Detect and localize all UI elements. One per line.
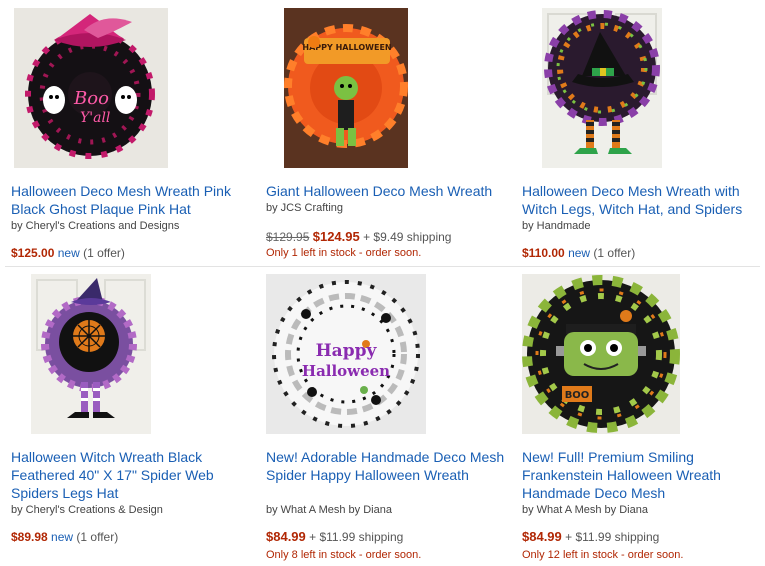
product-image-giant-halloween-wreath[interactable]: HAPPY HALLOWEEN: [284, 8, 408, 168]
stock-warning: Only 12 left in stock - order soon.: [522, 549, 684, 561]
product-image-spider-happy-halloween-wreath[interactable]: Happy Halloween: [266, 274, 426, 434]
product-price: $110.00: [522, 246, 565, 260]
svg-text:Boo: Boo: [73, 88, 109, 109]
product-image-witch-legs-wreath[interactable]: [542, 8, 662, 168]
product-title-link[interactable]: New! Adorable Handmade Deco Mesh Spider …: [266, 448, 506, 484]
svg-text:BOO: BOO: [565, 390, 590, 401]
product-title-link[interactable]: Halloween Witch Wreath Black Feathered 4…: [11, 448, 251, 502]
product-price: $89.98: [11, 530, 48, 544]
stock-warning: Only 8 left in stock - order soon.: [266, 549, 422, 561]
product-image-witch-spider-web-wreath[interactable]: [31, 274, 151, 434]
product-price: $125.00: [11, 246, 55, 260]
new-offers-link[interactable]: new: [58, 246, 80, 260]
price-line: $125.00 new (1 offer): [11, 245, 125, 261]
svg-text:Happy: Happy: [316, 341, 378, 361]
product-price: $84.99: [522, 529, 562, 544]
product-title-link[interactable]: Giant Halloween Deco Mesh Wreath: [266, 182, 511, 200]
product-seller: by Cheryl's Creations & Design: [11, 504, 163, 516]
product-price: $84.99: [266, 529, 306, 544]
stock-warning: Only 1 left in stock - order soon.: [266, 247, 422, 259]
product-image-frankenstein-wreath[interactable]: BOO: [522, 274, 680, 434]
product-seller: by What A Mesh by Diana: [266, 504, 392, 516]
svg-text:Halloween: Halloween: [302, 362, 390, 380]
product-title-link[interactable]: Halloween Deco Mesh Wreath Pink Black Gh…: [11, 182, 251, 218]
product-price: $124.95: [312, 229, 360, 244]
row-divider: [5, 266, 760, 267]
price-line: $84.99 + $11.99 shipping: [522, 529, 659, 545]
svg-text:Y'all: Y'all: [80, 110, 110, 126]
offer-count: (1 offer): [83, 246, 125, 260]
new-offers-link[interactable]: new: [51, 530, 73, 544]
offer-count: (1 offer): [76, 530, 119, 544]
shipping-cost: + $9.49 shipping: [363, 230, 452, 244]
shipping-cost: + $11.99 shipping: [565, 530, 660, 544]
product-seller: by Cheryl's Creations and Designs: [11, 220, 180, 232]
product-seller: by What A Mesh by Diana: [522, 504, 648, 516]
price-line: $129.95 $124.95 + $9.49 shipping: [266, 229, 451, 245]
price-line: $110.00 new (1 offer): [522, 245, 635, 261]
product-image-pink-ghost-wreath[interactable]: Boo Y'all: [14, 8, 168, 168]
list-price: $129.95: [266, 230, 310, 244]
new-offers-link[interactable]: new: [568, 246, 590, 260]
product-title-link[interactable]: Halloween Deco Mesh Wreath with Witch Le…: [522, 182, 762, 218]
price-line: $84.99 + $11.99 shipping: [266, 529, 403, 545]
shipping-cost: + $11.99 shipping: [309, 530, 404, 544]
price-line: $89.98 new (1 offer): [11, 529, 118, 545]
product-title-link[interactable]: New! Full! Premium Smiling Frankenstein …: [522, 448, 762, 502]
offer-count: (1 offer): [593, 246, 636, 260]
product-seller: by Handmade: [522, 220, 591, 232]
product-seller: by JCS Crafting: [266, 202, 344, 214]
